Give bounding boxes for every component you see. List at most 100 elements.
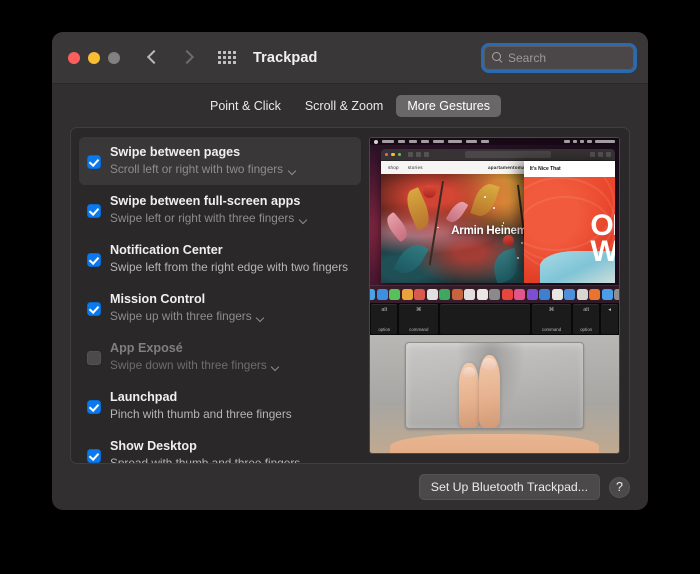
- petal: [445, 198, 469, 226]
- keyboard-key-arrow: ◂: [601, 304, 618, 334]
- gesture-title: Mission Control: [110, 292, 206, 306]
- checkbox-swipe-between-full-screen-apps[interactable]: [87, 204, 101, 218]
- status-item: [580, 140, 584, 143]
- gesture-row-app-expose[interactable]: App Exposé Swipe down with three fingers: [79, 333, 361, 381]
- checkbox-notification-center[interactable]: [87, 253, 101, 267]
- macos-dock: [370, 285, 619, 304]
- preferences-body: Swipe between pages Scroll left or right…: [52, 127, 648, 464]
- keyboard-key-command-left: ⌘ command: [399, 304, 439, 334]
- menu-item: [433, 140, 444, 143]
- palm: [389, 434, 600, 453]
- hero-text: OI W: [590, 209, 615, 269]
- gesture-title: Swipe between pages: [110, 145, 241, 159]
- gesture-row-show-desktop[interactable]: Show Desktop Spread with thumb and three…: [79, 431, 361, 464]
- close-window-button[interactable]: [68, 51, 80, 64]
- search-input[interactable]: Search: [484, 45, 634, 70]
- chevron-down-icon[interactable]: [272, 364, 280, 369]
- zoom-window-button[interactable]: [108, 51, 120, 64]
- menu-item: [409, 140, 417, 143]
- gesture-subtitle: Spread with thumb and three fingers: [110, 456, 301, 464]
- gesture-subtitle: Swipe left from the right edge with two …: [110, 260, 349, 274]
- macos-menu-bar: [370, 138, 619, 145]
- safari-window: shop stories apartamentomagazine.com Arm…: [381, 149, 615, 284]
- dock-icon: [551, 289, 563, 301]
- leaf: [489, 247, 523, 284]
- gesture-row-mission-control[interactable]: Mission Control Swipe up with three fing…: [79, 284, 361, 332]
- checkbox-launchpad[interactable]: [87, 400, 101, 414]
- menu-item: [382, 140, 394, 143]
- sidebar-icon: [408, 152, 414, 157]
- gesture-subtitle: Swipe up with three fingers: [110, 309, 252, 323]
- chevron-down-icon[interactable]: [257, 315, 265, 320]
- checkbox-mission-control[interactable]: [87, 302, 101, 316]
- dock-icon: [439, 289, 450, 301]
- help-button[interactable]: ?: [609, 476, 630, 498]
- site-nav-stories: stories: [407, 165, 423, 170]
- checkbox-app-expose[interactable]: [87, 351, 101, 365]
- gestures-panel: Swipe between pages Scroll left or right…: [70, 127, 630, 464]
- dock-icon: [376, 289, 388, 301]
- safari-nav: [408, 152, 430, 157]
- gesture-subtitle: Scroll left or right with two fingers: [110, 162, 284, 176]
- dock-icon: [514, 289, 525, 301]
- demo-video-desktop-scene: shop stories apartamentomagazine.com Arm…: [370, 138, 619, 304]
- menu-item: [448, 140, 462, 143]
- keyboard-key-space: [440, 304, 531, 334]
- nice-that-header: It's Nice That: [523, 161, 615, 177]
- fingernail: [462, 366, 475, 377]
- minimize-window-button[interactable]: [88, 51, 100, 64]
- highlight-dot: [437, 226, 439, 229]
- its-nice-that-page: It's Nice That OI: [523, 161, 615, 284]
- keyboard-key-option-right: alt option: [572, 304, 600, 334]
- back-chevron-icon[interactable]: [148, 49, 159, 67]
- share-icon: [589, 152, 595, 157]
- safari-toolbar: [381, 149, 615, 161]
- set-up-bluetooth-trackpad-button[interactable]: Set Up Bluetooth Trackpad...: [418, 474, 600, 500]
- status-item: [587, 140, 592, 143]
- status-item: [573, 140, 577, 143]
- traffic-light-buttons: [68, 51, 120, 64]
- gesture-title: App Exposé: [110, 341, 183, 355]
- chevron-down-icon[interactable]: [299, 217, 307, 222]
- chevron-down-icon[interactable]: [288, 168, 296, 173]
- close-icon: [385, 152, 389, 157]
- dock-icon: [589, 289, 600, 301]
- menu-item: [481, 140, 489, 143]
- dock-icon: [476, 289, 488, 301]
- dock-icon: [370, 289, 375, 301]
- dock-icon: [401, 289, 413, 301]
- dock-icon: [464, 289, 475, 301]
- tab-more-gestures[interactable]: More Gestures: [396, 95, 502, 117]
- gesture-subtitle: Pinch with thumb and three fingers: [110, 407, 292, 421]
- gesture-row-swipe-between-full-screen-apps[interactable]: Swipe between full-screen apps Swipe lef…: [79, 186, 361, 234]
- page-title: Trackpad: [253, 49, 318, 66]
- zoom-icon: [397, 152, 402, 157]
- gesture-row-launchpad[interactable]: Launchpad Pinch with thumb and three fin…: [79, 382, 361, 430]
- gesture-row-swipe-between-pages[interactable]: Swipe between pages Scroll left or right…: [79, 137, 361, 185]
- highlight-dot: [516, 257, 519, 259]
- fingernail: [482, 358, 496, 371]
- checkbox-swipe-between-pages[interactable]: [87, 155, 101, 169]
- forward-icon: [424, 152, 430, 157]
- menu-bar-status-items: [564, 140, 615, 143]
- gesture-row-notification-center[interactable]: Notification Center Swipe left from the …: [79, 235, 361, 283]
- leaf: [469, 180, 500, 220]
- leaf: [393, 238, 429, 279]
- grid-icon[interactable]: [218, 51, 236, 64]
- search-field-container: Search: [481, 42, 637, 73]
- site-logo: It's Nice That: [529, 166, 561, 172]
- gesture-subtitle: Swipe left or right with three fingers: [110, 211, 295, 225]
- safari-actions: [589, 152, 611, 157]
- checkbox-show-desktop[interactable]: [87, 449, 101, 463]
- keyboard-key-option-left: alt option: [371, 304, 398, 334]
- search-placeholder: Search: [508, 50, 547, 65]
- tab-scroll-and-zoom[interactable]: Scroll & Zoom: [294, 95, 395, 117]
- macbook-deck: [370, 334, 619, 453]
- gesture-title: Show Desktop: [110, 439, 197, 453]
- forward-chevron-icon[interactable]: [181, 49, 192, 67]
- apple-logo-icon: [374, 139, 378, 144]
- search-icon: [492, 52, 503, 63]
- clock: [595, 140, 615, 143]
- tab-point-and-click[interactable]: Point & Click: [199, 95, 292, 117]
- gesture-title: Launchpad: [110, 390, 178, 404]
